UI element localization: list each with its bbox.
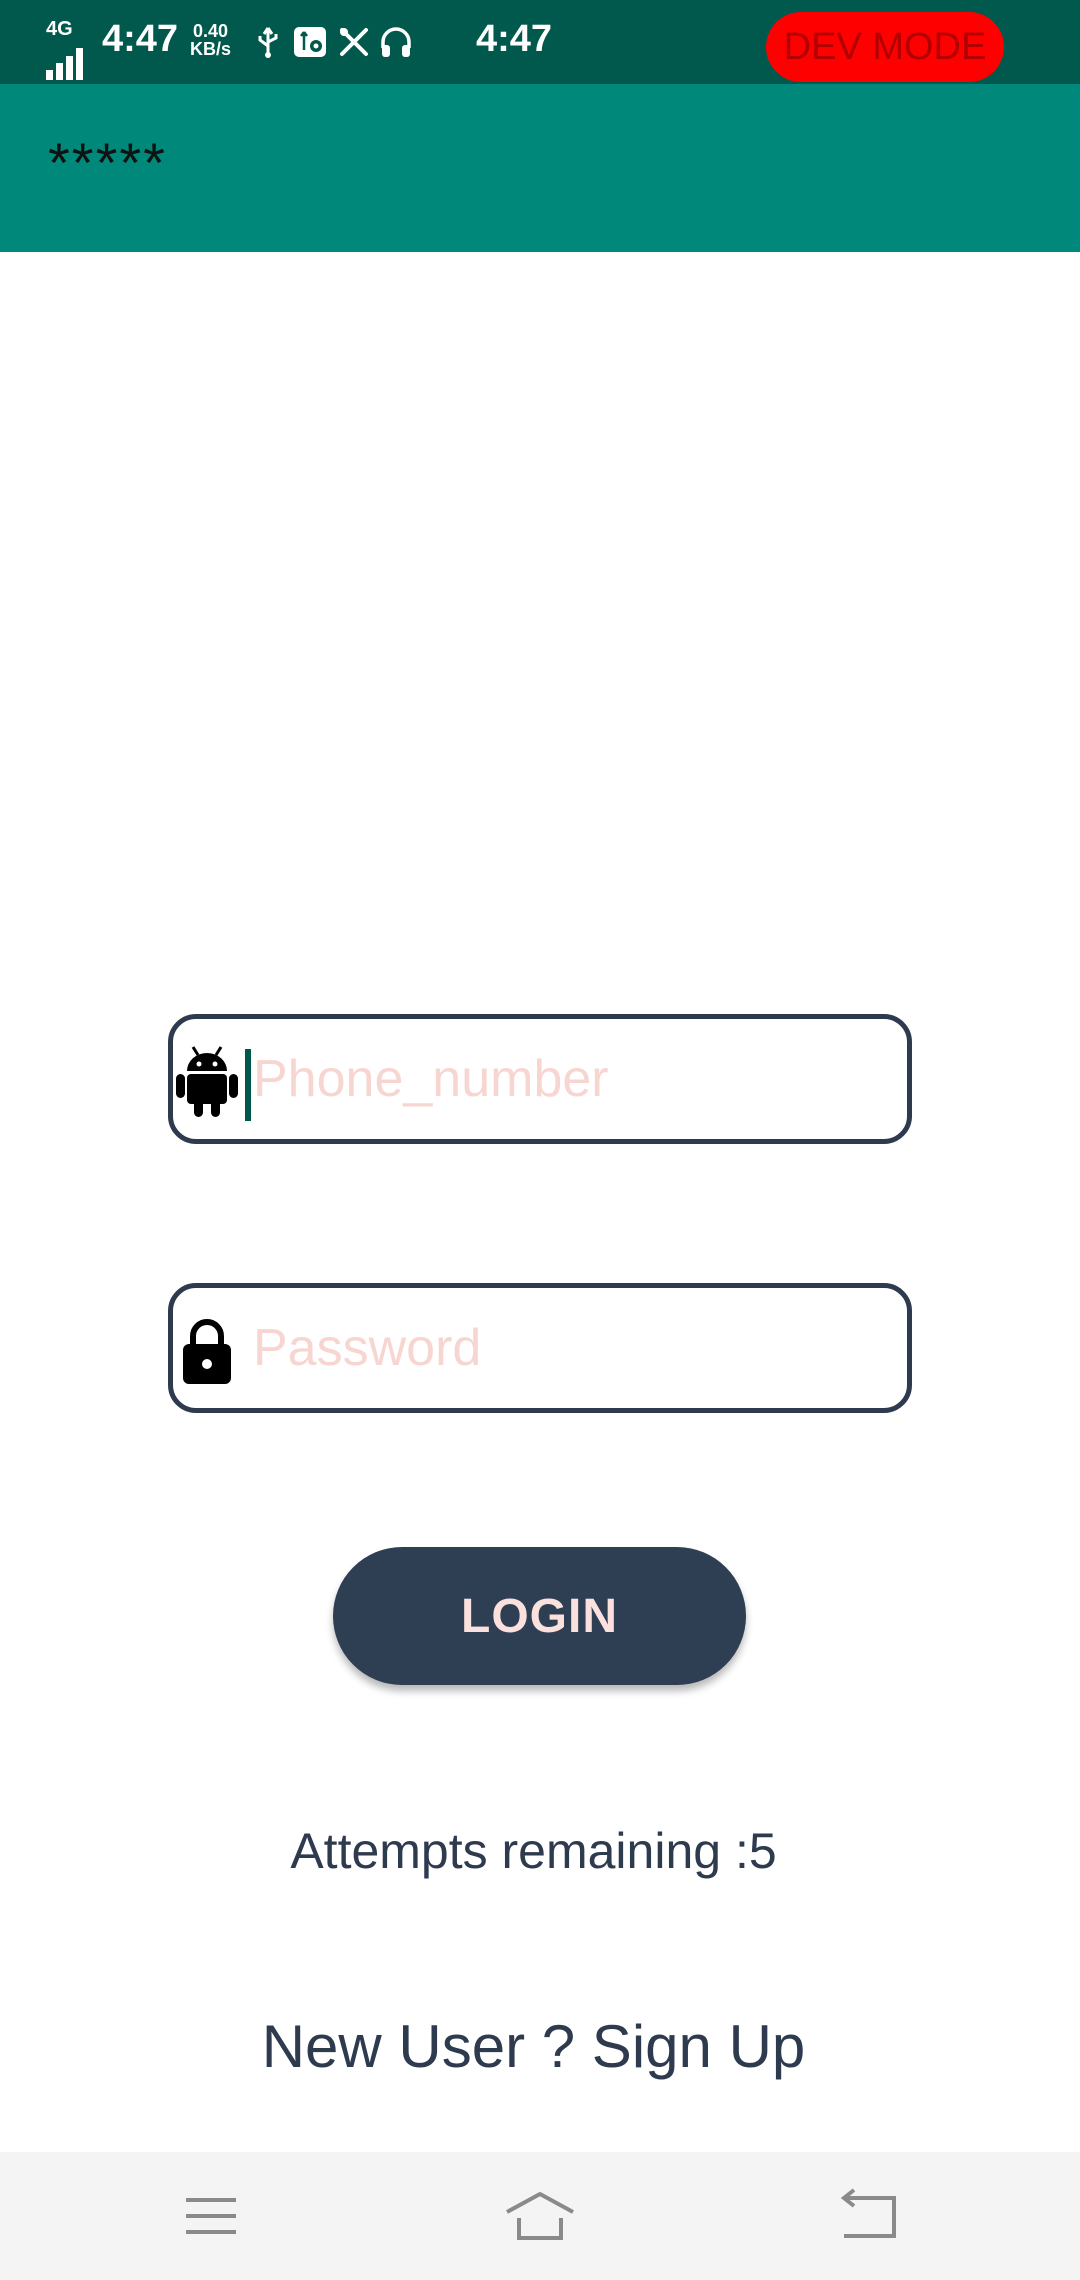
phone-number-field[interactable] [168, 1014, 912, 1144]
tools-icon [340, 28, 368, 56]
network-speed-value: 0.40 [192, 21, 229, 41]
password-field[interactable] [168, 1283, 912, 1413]
text-cursor [245, 1049, 251, 1121]
status-bar: 4G 4:47 0.40 KB/s 4:47 DEV MODE [0, 0, 1080, 84]
usb-icon [258, 27, 278, 58]
attempts-remaining-text: Attempts remaining :5 [290, 1823, 777, 1879]
password-input[interactable] [253, 1288, 893, 1408]
network-speed-unit: KB/s [190, 39, 232, 59]
home-icon[interactable] [505, 2188, 575, 2244]
status-time-left: 4:47 [102, 18, 179, 60]
signal-indicator: 4G [46, 18, 92, 80]
phone-number-input[interactable] [253, 1019, 893, 1139]
dev-mode-badge: DEV MODE [766, 12, 1004, 82]
navigation-bar [0, 2152, 1080, 2280]
app-bar: ***** [0, 84, 1080, 252]
app-title: ***** [48, 131, 167, 194]
lock-icon [183, 1319, 231, 1384]
network-type: 4G [46, 18, 73, 40]
signup-link[interactable]: New User ? Sign Up [0, 2012, 1067, 2081]
usb-debug-icon [294, 27, 326, 57]
signal-bars-icon [46, 44, 92, 80]
network-speed: 0.40 KB/s [190, 22, 231, 58]
back-icon[interactable] [834, 2188, 904, 2244]
menu-icon[interactable] [176, 2188, 246, 2244]
android-icon [176, 1046, 238, 1117]
headphones-icon [381, 27, 411, 57]
status-time-center: 4:47 [476, 18, 553, 60]
login-button[interactable]: LOGIN [333, 1547, 746, 1685]
login-screen: 4G 4:47 0.40 KB/s 4:47 DEV MODE ***** Ph… [0, 0, 1080, 2280]
